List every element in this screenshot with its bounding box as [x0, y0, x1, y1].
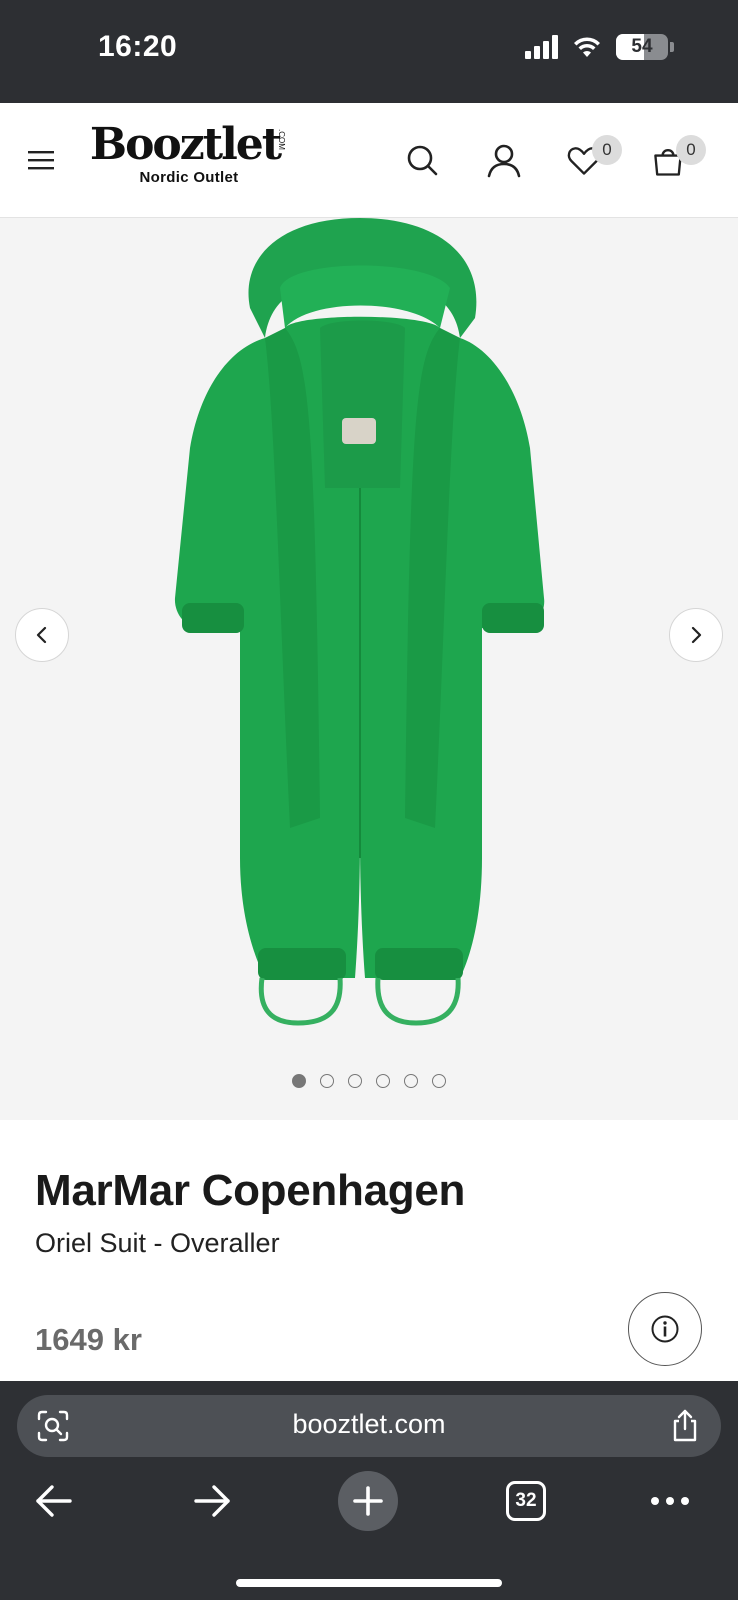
account-icon[interactable] [484, 141, 524, 181]
status-bar: 16:20 54 [0, 0, 738, 103]
more-icon [651, 1497, 689, 1505]
status-time: 16:20 [98, 30, 178, 63]
logo-wordmark: Booztlet [89, 119, 282, 170]
tab-count: 32 [515, 1490, 537, 1511]
logo-suffix: .COM [277, 129, 286, 150]
hamburger-menu-icon[interactable] [26, 145, 58, 175]
home-indicator[interactable] [236, 1579, 502, 1587]
gallery-prev-button[interactable] [15, 608, 69, 662]
site-header: Booztlet .COM Nordic Outlet 0 0 [0, 103, 738, 218]
more-menu-button[interactable] [640, 1471, 700, 1531]
plus-icon [353, 1486, 383, 1516]
tabs-icon: 32 [506, 1481, 546, 1521]
battery-icon: 54 [616, 34, 668, 60]
cart-button[interactable]: 0 [650, 135, 710, 185]
url-text[interactable]: booztlet.com [17, 1409, 721, 1440]
forward-button[interactable] [182, 1471, 242, 1531]
gallery-next-button[interactable] [669, 608, 723, 662]
battery-level: 54 [631, 36, 653, 57]
product-name: Oriel Suit - Overaller [35, 1228, 280, 1258]
back-arrow-icon [36, 1485, 72, 1517]
gallery-dot[interactable] [432, 1074, 446, 1088]
browser-toolbar: booztlet.com 32 [0, 1381, 738, 1600]
tabs-button[interactable]: 32 [496, 1471, 556, 1531]
gallery-dot[interactable] [320, 1074, 334, 1088]
info-icon [651, 1315, 679, 1343]
cellular-signal-icon [525, 35, 558, 59]
wifi-icon [574, 37, 600, 57]
wishlist-button[interactable]: 0 [566, 135, 626, 185]
gallery-pagination [0, 1074, 738, 1088]
new-tab-button[interactable] [338, 1471, 398, 1531]
forward-arrow-icon [194, 1485, 230, 1517]
back-button[interactable] [24, 1471, 84, 1531]
battery-cap [670, 42, 674, 52]
gallery-dot[interactable] [348, 1074, 362, 1088]
gallery-dot[interactable] [404, 1074, 418, 1088]
product-image-snowsuit [174, 218, 545, 1026]
address-bar[interactable]: booztlet.com [17, 1395, 721, 1457]
gallery-dot[interactable] [376, 1074, 390, 1088]
cart-count-badge: 0 [676, 135, 706, 165]
wishlist-count-badge: 0 [592, 135, 622, 165]
product-price: 1649 kr [35, 1322, 142, 1357]
chevron-right-icon [691, 626, 702, 644]
booztlet-logo[interactable]: Booztlet .COM Nordic Outlet [80, 119, 290, 187]
chevron-left-icon [36, 626, 47, 644]
share-icon[interactable] [667, 1408, 703, 1444]
logo-subtitle: Nordic Outlet [139, 169, 239, 186]
info-button[interactable] [628, 1292, 702, 1366]
gallery-dot[interactable] [292, 1074, 306, 1088]
product-brand[interactable]: MarMar Copenhagen [35, 1166, 465, 1216]
status-icons: 54 [525, 34, 674, 60]
search-icon[interactable] [402, 141, 442, 181]
product-gallery[interactable] [0, 218, 738, 1120]
